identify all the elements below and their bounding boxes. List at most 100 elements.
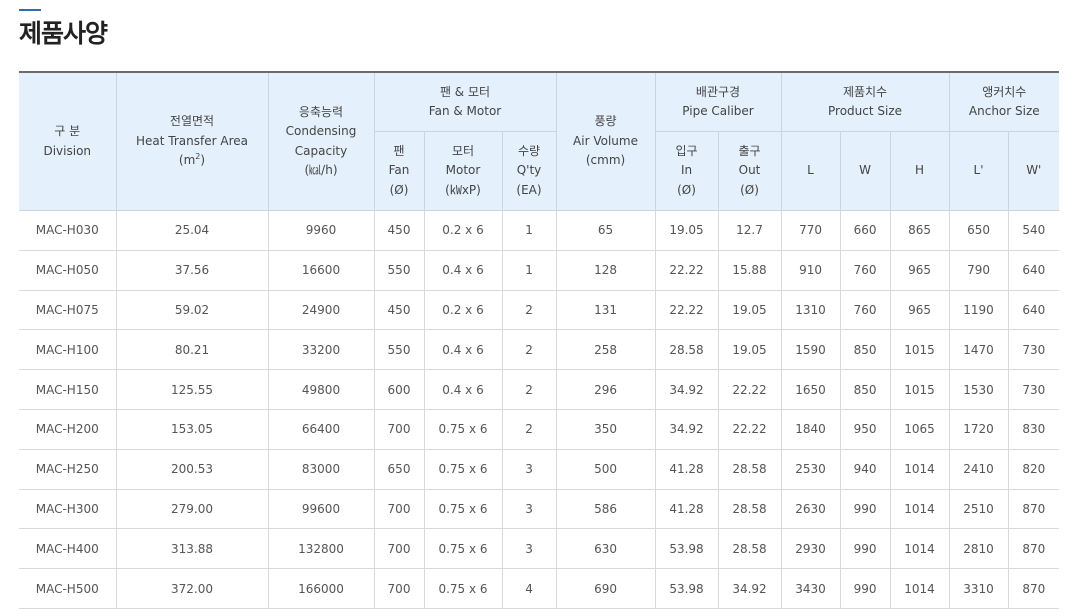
table-row: MAC-H400 313.88 132800 700 0.75 x 6 3 630 53.98… xyxy=(19,528,1060,570)
cell-division: MAC-H300 xyxy=(19,488,117,530)
cell-air: 500 xyxy=(555,448,656,490)
cell-anchor-w: 830 xyxy=(1007,408,1060,450)
title-accent-bar xyxy=(19,9,41,11)
header-pipe-in: 입구 In (Ø) xyxy=(654,131,719,211)
cell-size-w: 940 xyxy=(839,448,891,490)
cell-pipe-out: 28.58 xyxy=(717,488,782,530)
cell-air: 131 xyxy=(555,289,656,331)
cell-size-w: 760 xyxy=(839,249,891,291)
cell-size-w: 660 xyxy=(839,210,891,251)
cell-size-w: 760 xyxy=(839,289,891,331)
header-anchor-size: 앵커치수 Anchor Size xyxy=(948,71,1060,132)
cell-air: 350 xyxy=(555,408,656,450)
cell-motor: 0.4 x 6 xyxy=(423,369,503,410)
table-row: MAC-H050 37.56 16600 550 0.4 x 6 1 128 22.22 15.… xyxy=(19,249,1060,291)
cell-pipe-in: 41.28 xyxy=(654,448,719,490)
cell-fan: 700 xyxy=(373,568,425,609)
cell-qty: 2 xyxy=(501,408,557,450)
cell-size-h: 1015 xyxy=(889,369,950,410)
cell-anchor-w: 870 xyxy=(1007,488,1060,530)
table-row: MAC-H500 372.00 166000 700 0.75 x 6 4 690 53.98… xyxy=(19,568,1060,609)
cell-size-w: 990 xyxy=(839,528,891,570)
table-row: MAC-H300 279.00 99600 700 0.75 x 6 3 586 41.28 2… xyxy=(19,488,1060,530)
cell-pipe-out: 12.7 xyxy=(717,210,782,251)
header-pipe-out: 출구 Out (Ø) xyxy=(717,131,782,211)
cell-pipe-in: 41.28 xyxy=(654,488,719,530)
cell-pipe-out: 22.22 xyxy=(717,408,782,450)
cell-pipe-in: 34.92 xyxy=(654,408,719,450)
cell-fan: 700 xyxy=(373,488,425,530)
table-row: MAC-H100 80.21 33200 550 0.4 x 6 2 258 28.58 19.… xyxy=(19,329,1060,371)
cell-size-h: 965 xyxy=(889,249,950,291)
cell-size-l: 2630 xyxy=(780,488,841,530)
cell-motor: 0.4 x 6 xyxy=(423,329,503,371)
cell-air: 296 xyxy=(555,369,656,410)
cell-pipe-out: 22.22 xyxy=(717,369,782,410)
cell-motor: 0.75 x 6 xyxy=(423,568,503,609)
cell-size-h: 1014 xyxy=(889,488,950,530)
cell-pipe-in: 53.98 xyxy=(654,528,719,570)
cell-size-w: 850 xyxy=(839,329,891,371)
cell-size-w: 990 xyxy=(839,568,891,609)
cell-pipe-in: 19.05 xyxy=(654,210,719,251)
cell-air: 690 xyxy=(555,568,656,609)
header-anchor-w: W' xyxy=(1007,131,1060,211)
cell-anchor-l: 1470 xyxy=(948,329,1009,371)
cell-fan: 550 xyxy=(373,249,425,291)
cell-capacity: 132800 xyxy=(267,528,375,570)
header-condensing-capacity: 응축능력 Condensing Capacity (㎉/h) xyxy=(267,71,375,211)
table-row: MAC-H200 153.05 66400 700 0.75 x 6 2 350 34.92 2… xyxy=(19,408,1060,450)
header-pipe-caliber: 배관구경 Pipe Caliber xyxy=(654,71,782,132)
product-spec-table: 구 분 Division 전열면적 Heat Transfer Area (m2… xyxy=(19,71,1060,609)
cell-qty: 3 xyxy=(501,488,557,530)
cell-size-l: 2530 xyxy=(780,448,841,490)
cell-pipe-out: 28.58 xyxy=(717,528,782,570)
cell-size-h: 965 xyxy=(889,289,950,331)
header-size-h: H xyxy=(889,131,950,211)
cell-anchor-l: 1530 xyxy=(948,369,1009,410)
cell-size-l: 1650 xyxy=(780,369,841,410)
cell-size-l: 2930 xyxy=(780,528,841,570)
cell-air: 258 xyxy=(555,329,656,371)
cell-capacity: 166000 xyxy=(267,568,375,609)
cell-pipe-out: 19.05 xyxy=(717,289,782,331)
cell-division: MAC-H500 xyxy=(19,568,117,609)
cell-fan: 450 xyxy=(373,210,425,251)
cell-fan: 600 xyxy=(373,369,425,410)
cell-size-w: 850 xyxy=(839,369,891,410)
cell-qty: 3 xyxy=(501,448,557,490)
cell-division: MAC-H030 xyxy=(19,210,117,251)
cell-area: 25.04 xyxy=(115,210,269,251)
cell-size-l: 1590 xyxy=(780,329,841,371)
cell-qty: 1 xyxy=(501,210,557,251)
cell-size-w: 990 xyxy=(839,488,891,530)
table-row: MAC-H030 25.04 9960 450 0.2 x 6 1 65 19.05 12.7 7… xyxy=(19,210,1060,251)
cell-pipe-in: 22.22 xyxy=(654,249,719,291)
cell-division: MAC-H400 xyxy=(19,528,117,570)
cell-size-w: 950 xyxy=(839,408,891,450)
cell-size-h: 865 xyxy=(889,210,950,251)
cell-area: 153.05 xyxy=(115,408,269,450)
header-air-volume: 풍량 Air Volume (cmm) xyxy=(555,71,656,211)
cell-area: 80.21 xyxy=(115,329,269,371)
table-row: MAC-H075 59.02 24900 450 0.2 x 6 2 131 22.22 19.… xyxy=(19,289,1060,331)
header-anchor-l: L' xyxy=(948,131,1009,211)
cell-division: MAC-H050 xyxy=(19,249,117,291)
cell-motor: 0.75 x 6 xyxy=(423,488,503,530)
cell-air: 586 xyxy=(555,488,656,530)
cell-capacity: 66400 xyxy=(267,408,375,450)
header-size-l: L xyxy=(780,131,841,211)
cell-pipe-in: 28.58 xyxy=(654,329,719,371)
cell-capacity: 24900 xyxy=(267,289,375,331)
header-fan: 팬 Fan (Ø) xyxy=(374,131,425,211)
cell-area: 372.00 xyxy=(115,568,269,609)
cell-size-h: 1015 xyxy=(889,329,950,371)
cell-division: MAC-H250 xyxy=(19,448,117,490)
cell-area: 37.56 xyxy=(115,249,269,291)
cell-capacity: 33200 xyxy=(267,329,375,371)
cell-area: 59.02 xyxy=(115,289,269,331)
cell-anchor-l: 790 xyxy=(948,249,1009,291)
cell-pipe-in: 34.92 xyxy=(654,369,719,410)
cell-motor: 0.2 x 6 xyxy=(423,289,503,331)
cell-fan: 700 xyxy=(373,408,425,450)
